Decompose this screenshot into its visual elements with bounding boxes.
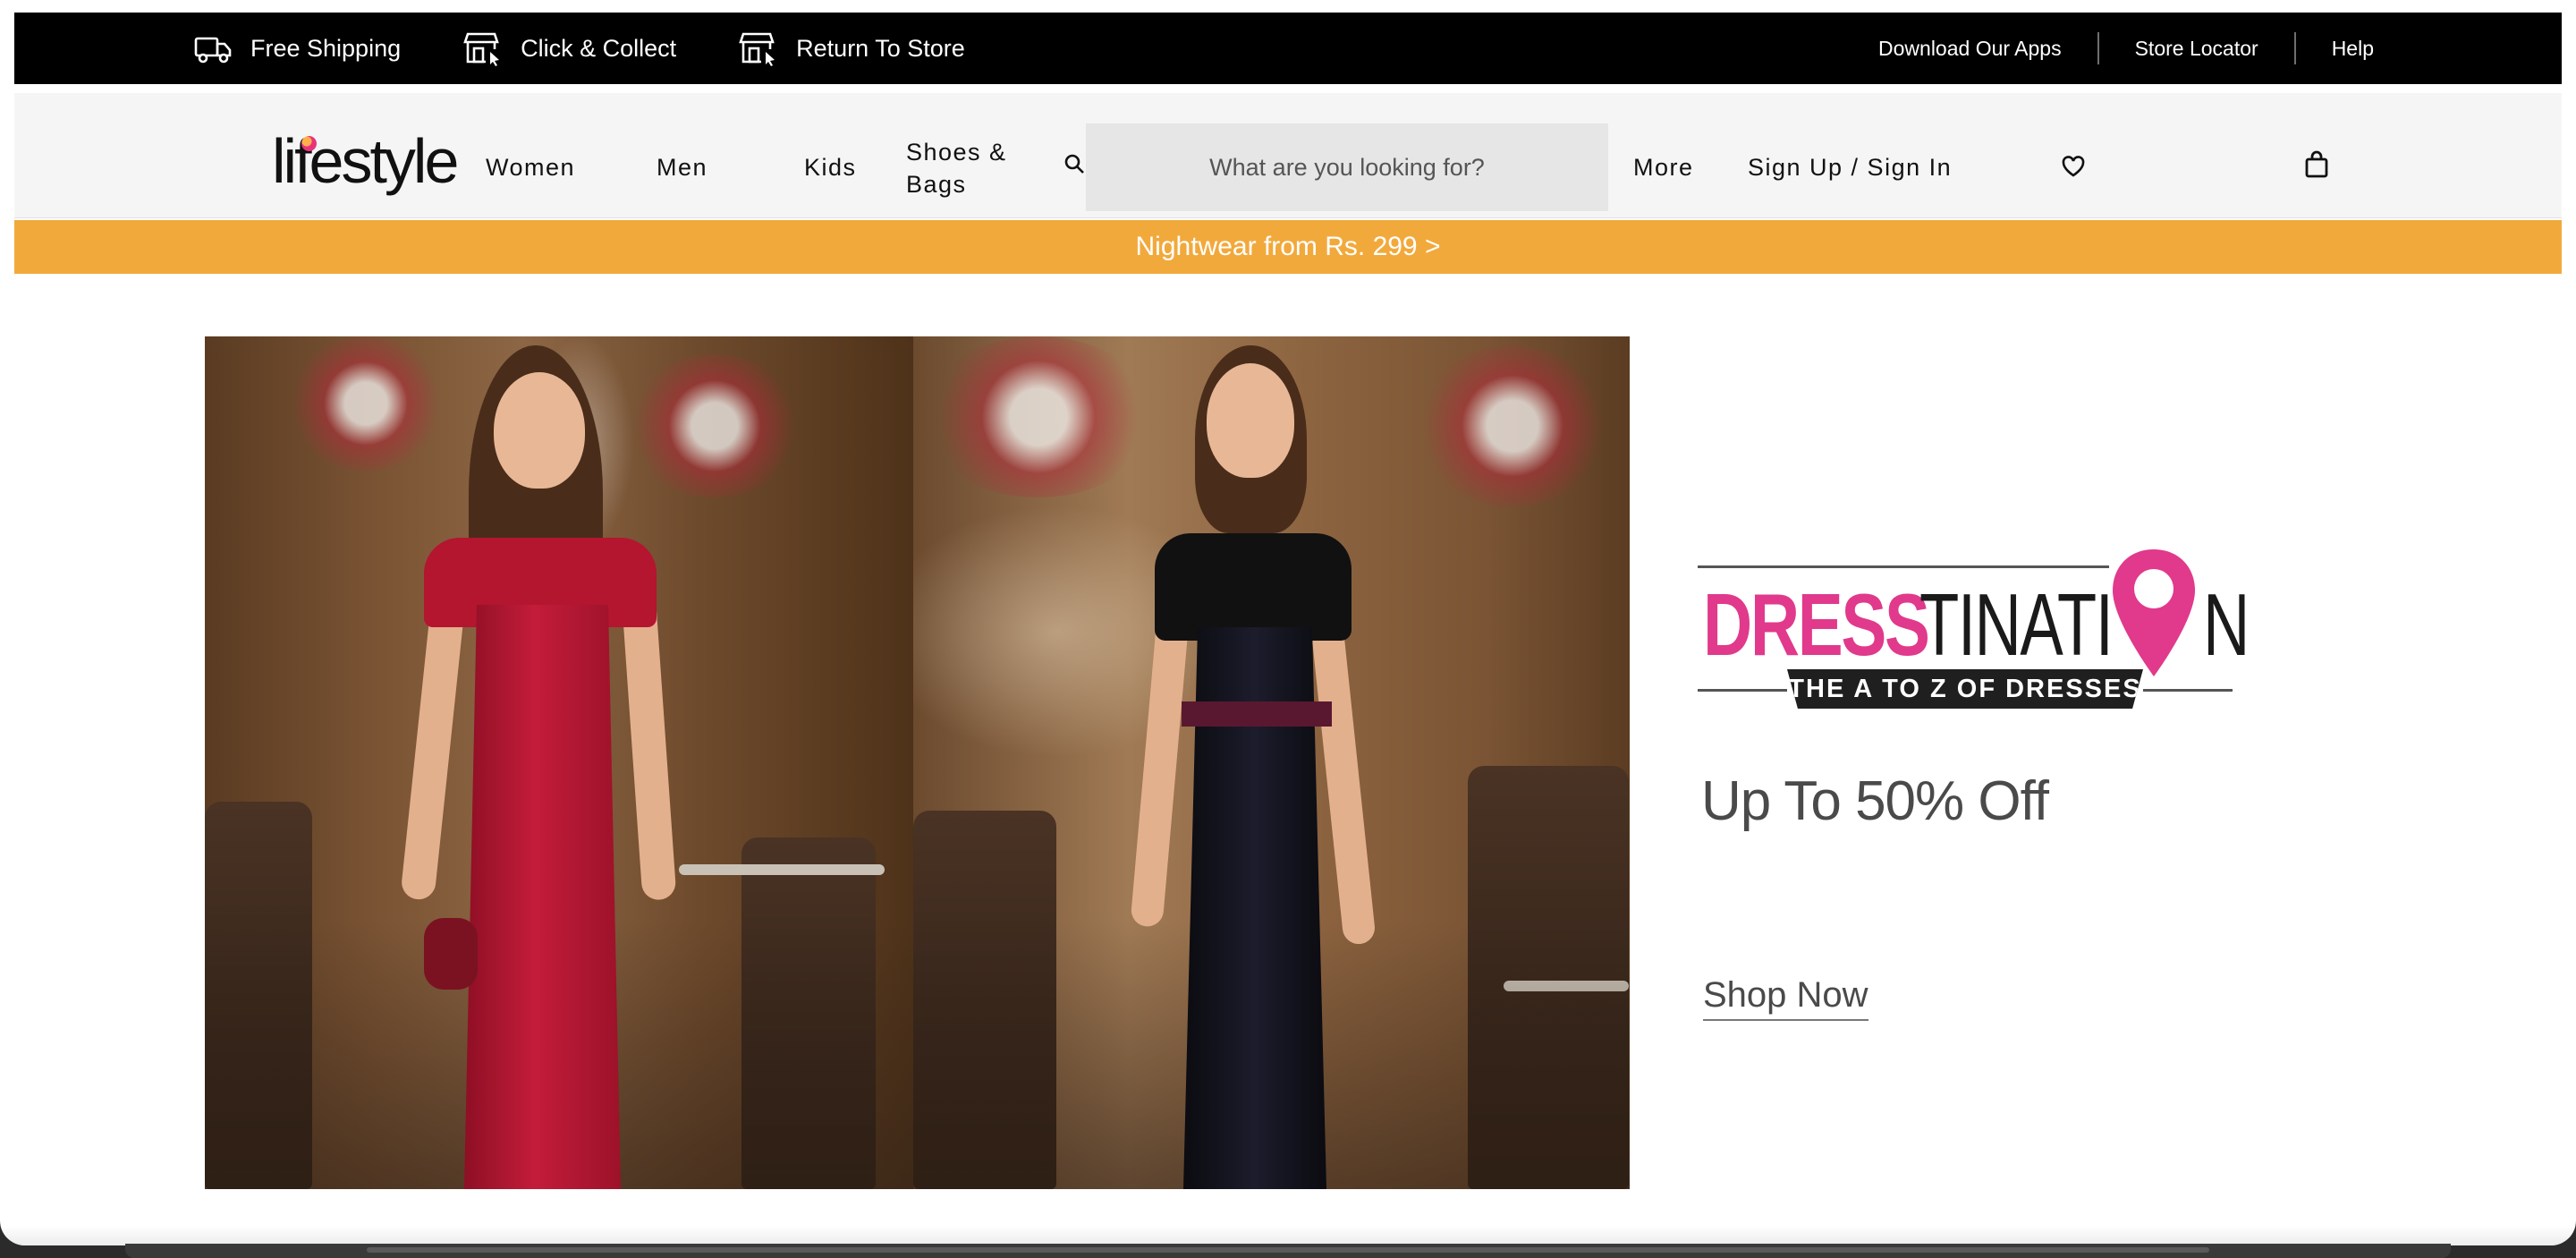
- store-locator-link[interactable]: Store Locator: [2099, 37, 2294, 61]
- nav-women[interactable]: Women: [486, 154, 575, 182]
- search-icon[interactable]: [1063, 152, 1088, 177]
- promo-text: Nightwear from Rs. 299 >: [1135, 232, 1441, 261]
- free-shipping-link[interactable]: Free Shipping: [193, 30, 401, 66]
- offer-text: Up To 50% Off: [1701, 770, 2049, 832]
- hero-panel-left: [205, 336, 913, 1189]
- bag-icon[interactable]: [2304, 150, 2329, 179]
- location-pin-icon: [2113, 549, 2195, 676]
- face: [494, 372, 585, 489]
- dress-ruffle: [1155, 533, 1352, 641]
- red-dress: [464, 605, 621, 1189]
- nav-shoes-bags[interactable]: Shoes & Bags: [906, 136, 1013, 200]
- free-shipping-label: Free Shipping: [250, 34, 402, 62]
- arm: [1130, 604, 1191, 928]
- main-header: lifestyle Women Men Kids Shoes & Bags Mo…: [14, 93, 2562, 218]
- hero-image[interactable]: [205, 336, 1630, 1189]
- page-bottom-edge: [0, 1226, 2576, 1245]
- nav-kids[interactable]: Kids: [804, 154, 857, 182]
- store-return-icon: [739, 32, 775, 66]
- embellished-belt: [1182, 701, 1332, 727]
- chandelier: [1414, 345, 1611, 506]
- face: [1207, 363, 1294, 478]
- nav-more[interactable]: More: [1633, 154, 1694, 182]
- store-click-icon: [463, 32, 500, 66]
- logo-letter-n: N: [2203, 575, 2250, 674]
- handbag: [424, 918, 478, 990]
- help-link[interactable]: Help: [2296, 37, 2374, 61]
- logo-tagline: THE A TO Z OF DRESSES: [1787, 669, 2143, 709]
- chandelier: [285, 336, 446, 471]
- utility-bar: Free Shipping Click & Collect Return To …: [14, 13, 2562, 84]
- browser-page: Free Shipping Click & Collect Return To …: [0, 0, 2576, 1245]
- lifestyle-logo[interactable]: lifestyle: [272, 127, 469, 195]
- logo-rule: [1698, 689, 1787, 692]
- chandelier: [625, 354, 804, 497]
- dresstination-logo[interactable]: DRESS TINATI N THE A TO Z OF DRESSES: [1698, 549, 2250, 710]
- click-collect-link[interactable]: Click & Collect: [463, 30, 676, 66]
- table: [679, 864, 885, 875]
- hero-panel-right: [913, 336, 1630, 1189]
- logo-dot-icon: [301, 136, 317, 151]
- click-collect-label: Click & Collect: [521, 34, 677, 62]
- search-input[interactable]: [1086, 123, 1608, 211]
- sign-in-link[interactable]: Sign Up / Sign In: [1748, 154, 1952, 182]
- window-bottom-bar: [125, 1244, 2451, 1258]
- return-to-store-label: Return To Store: [796, 34, 965, 62]
- chandelier: [922, 336, 1155, 497]
- horizontal-scrollbar[interactable]: [367, 1247, 2209, 1253]
- heart-icon[interactable]: [2061, 154, 2086, 179]
- download-apps-link[interactable]: Download Our Apps: [1843, 37, 2097, 61]
- logo-word-dress: DRESS: [1703, 575, 1930, 674]
- logo-rule: [2143, 689, 2233, 692]
- logo-word-tinati: TINATI: [1919, 575, 2114, 674]
- return-to-store-link[interactable]: Return To Store: [739, 30, 965, 66]
- nav-men[interactable]: Men: [657, 154, 708, 182]
- logo-rule: [1698, 565, 2109, 568]
- logo-text: lifestyle: [272, 126, 459, 196]
- promo-strip[interactable]: Nightwear from Rs. 299 >: [14, 220, 2562, 274]
- shop-now-link[interactable]: Shop Now: [1703, 975, 1868, 1021]
- truck-icon: [194, 37, 232, 64]
